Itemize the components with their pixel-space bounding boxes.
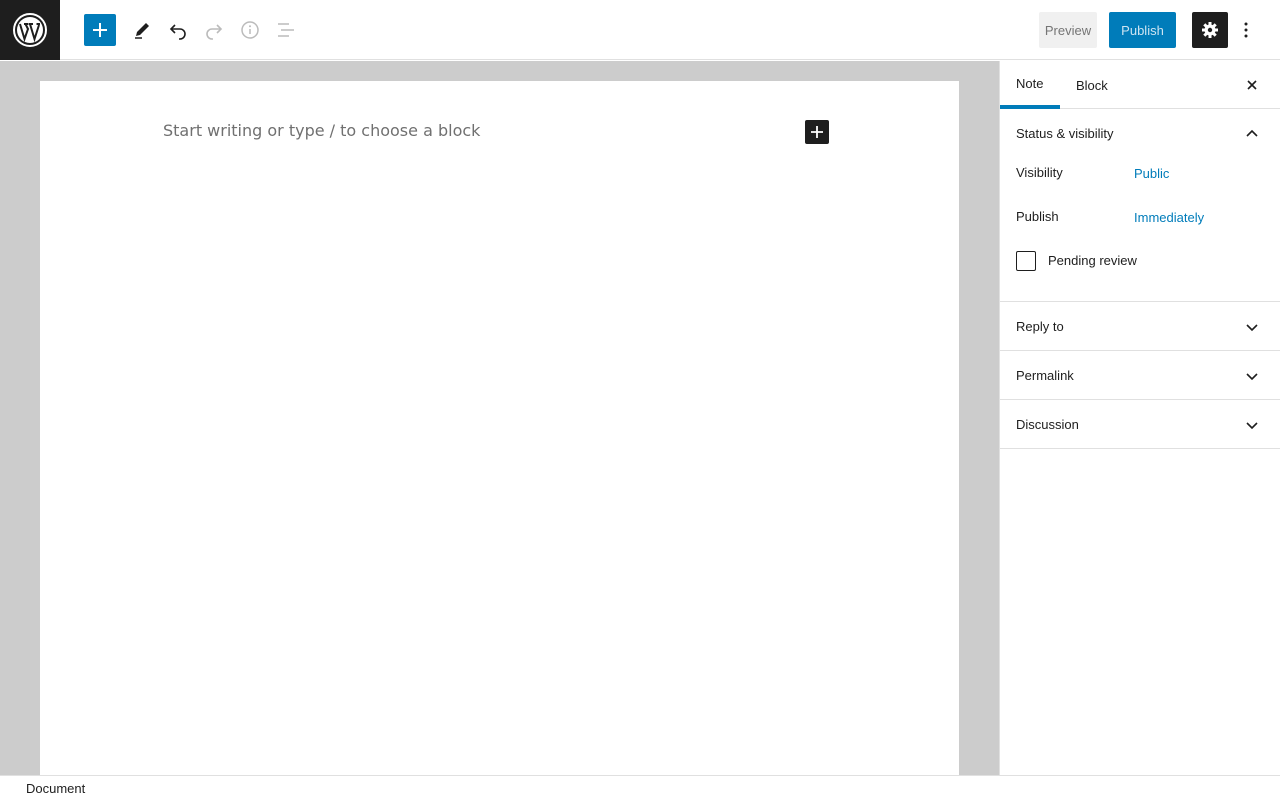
status-visibility-panel: Status & visibility Visibility Public Pu… — [1000, 109, 1280, 302]
publish-row: Publish Immediately — [1000, 201, 1280, 245]
redo-icon — [206, 24, 223, 40]
pencil-icon — [135, 23, 149, 39]
undo-button[interactable] — [160, 12, 196, 48]
panel-title: Reply to — [1016, 318, 1064, 334]
close-icon — [1247, 80, 1257, 90]
preview-button[interactable]: Preview — [1039, 12, 1097, 48]
editor-footer: Document — [0, 775, 1280, 800]
block-placeholder[interactable]: Start writing or type / to choose a bloc… — [163, 121, 480, 140]
panel-title: Discussion — [1016, 416, 1079, 432]
more-options-button[interactable] — [1232, 12, 1260, 48]
breadcrumb[interactable]: Document — [26, 781, 85, 796]
visibility-row: Visibility Public — [1000, 157, 1280, 201]
visibility-link[interactable]: Public — [1134, 166, 1169, 181]
pending-review-row: Pending review — [1000, 245, 1280, 301]
gear-icon — [1202, 22, 1218, 38]
plus-icon — [811, 126, 823, 138]
editor-canvas: Start writing or type / to choose a bloc… — [0, 61, 999, 781]
sidebar-tabs: Note Block — [1000, 61, 1280, 109]
list-view-button[interactable] — [268, 12, 304, 48]
discussion-toggle[interactable]: Discussion — [1000, 400, 1280, 448]
chevron-down-icon — [1246, 422, 1258, 430]
status-visibility-toggle[interactable]: Status & visibility — [1000, 109, 1280, 157]
permalink-toggle[interactable]: Permalink — [1000, 351, 1280, 399]
chevron-down-icon — [1246, 324, 1258, 332]
editor-page[interactable]: Start writing or type / to choose a bloc… — [40, 81, 959, 781]
panel-title: Permalink — [1016, 367, 1074, 383]
undo-icon — [169, 24, 186, 40]
list-view-icon — [278, 23, 294, 37]
plus-icon — [93, 23, 107, 37]
wordpress-logo-icon[interactable] — [0, 0, 60, 60]
editor-header: Preview Publish — [0, 0, 1280, 60]
block-inserter-button[interactable] — [84, 14, 116, 46]
pending-review-label[interactable]: Pending review — [1048, 253, 1137, 268]
pending-review-checkbox[interactable] — [1016, 251, 1036, 271]
settings-sidebar: Note Block Status & visibility Visibilit… — [999, 61, 1280, 775]
permalink-panel: Permalink — [1000, 351, 1280, 400]
reply-to-toggle[interactable]: Reply to — [1000, 302, 1280, 350]
tab-note[interactable]: Note — [1000, 61, 1060, 109]
chevron-up-icon — [1246, 129, 1258, 137]
publish-label: Publish — [1016, 209, 1059, 224]
reply-to-panel: Reply to — [1000, 302, 1280, 351]
edit-mode-button[interactable] — [124, 12, 160, 48]
close-sidebar-button[interactable] — [1244, 77, 1260, 93]
tab-block[interactable]: Block — [1076, 61, 1108, 109]
publish-date-link[interactable]: Immediately — [1134, 210, 1204, 225]
settings-button[interactable] — [1192, 12, 1228, 48]
discussion-panel: Discussion — [1000, 400, 1280, 449]
vertical-ellipsis-icon — [1244, 22, 1248, 38]
details-button[interactable] — [232, 12, 268, 48]
chevron-down-icon — [1246, 373, 1258, 381]
visibility-label: Visibility — [1016, 165, 1063, 180]
info-icon — [241, 21, 259, 39]
publish-button[interactable]: Publish — [1109, 12, 1176, 48]
panel-title: Status & visibility — [1016, 125, 1114, 141]
redo-button[interactable] — [196, 12, 232, 48]
add-block-button[interactable] — [805, 120, 829, 144]
